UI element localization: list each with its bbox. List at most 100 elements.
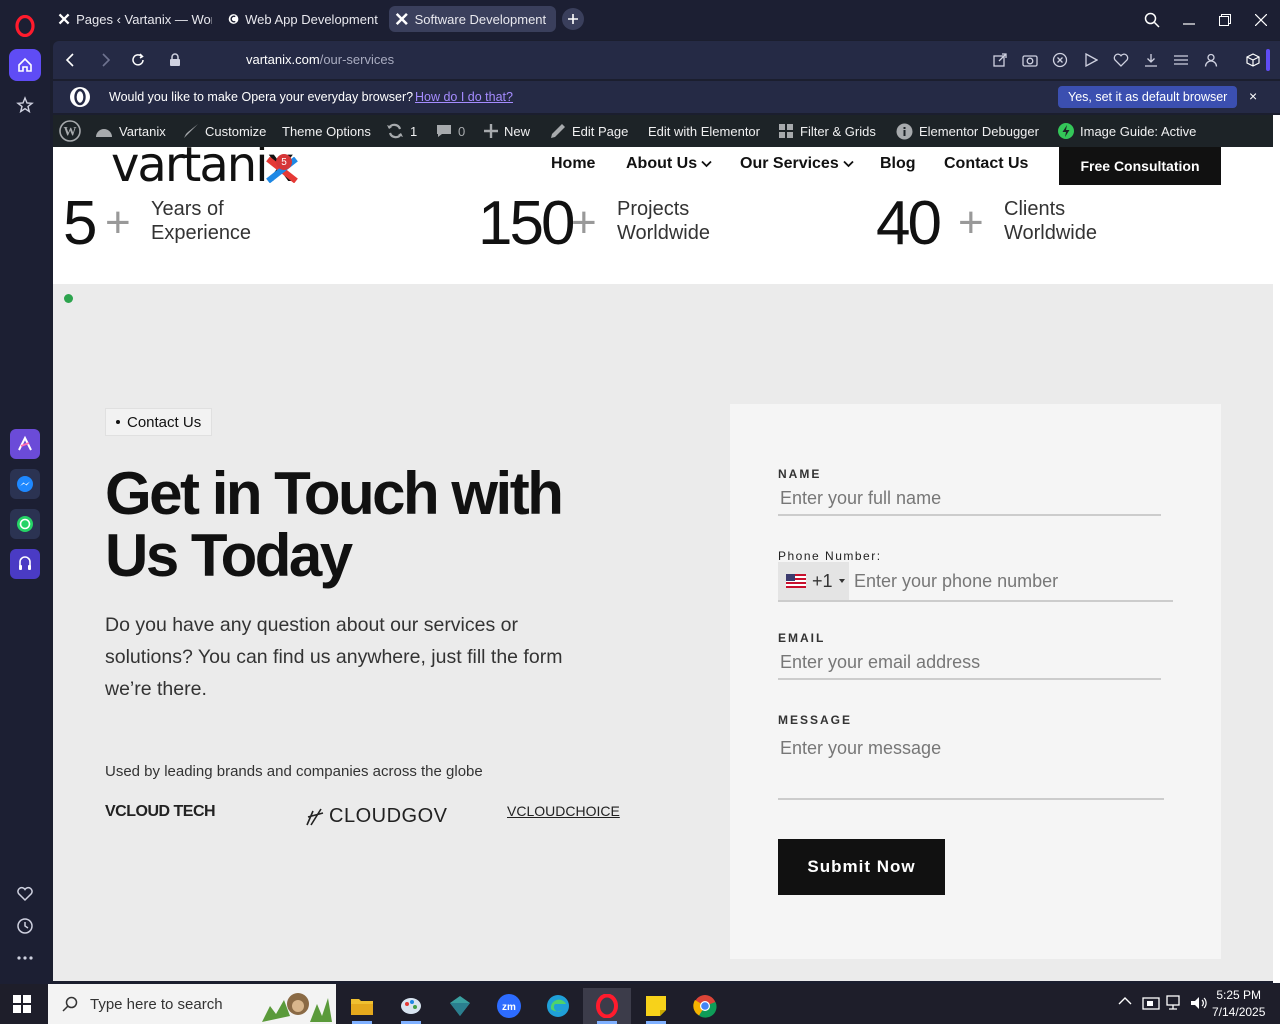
banner-how-link[interactable]: How do I do that? <box>415 90 513 104</box>
minimize-icon[interactable] <box>1177 8 1201 32</box>
brand-vcloudtech-logo: VCLOUD TECH <box>105 803 216 821</box>
profile-icon[interactable] <box>1201 50 1221 70</box>
paint-app-icon[interactable] <box>387 988 435 1024</box>
back-icon[interactable] <box>60 50 80 70</box>
lock-icon[interactable] <box>165 50 185 70</box>
wp-filter-grids-label: Filter & Grids <box>800 123 876 139</box>
messenger-icon[interactable] <box>10 469 40 499</box>
country-code-select[interactable]: +1 <box>778 562 849 600</box>
network-icon[interactable] <box>1166 995 1184 1011</box>
restore-icon[interactable] <box>1213 8 1237 32</box>
wp-edit-elementor-link[interactable]: Edit with Elementor <box>648 115 760 147</box>
bookmark-heart-icon[interactable] <box>1111 50 1131 70</box>
aria-app-icon[interactable] <box>10 429 40 459</box>
name-label: NAME <box>778 467 822 481</box>
opera-taskbar-icon[interactable] <box>583 988 631 1024</box>
wp-updates-link[interactable]: 1 <box>386 115 417 147</box>
wp-customize-label: Customize <box>205 123 267 139</box>
player-icon[interactable] <box>1081 50 1101 70</box>
crystal-app-icon[interactable] <box>436 988 484 1024</box>
tab-wordpress-pages[interactable]: Pages ‹ Vartanix — WordPress <box>52 6 218 32</box>
vartanix-x-icon <box>58 13 70 25</box>
adblock-icon[interactable] <box>1050 50 1070 70</box>
svg-text:W: W <box>64 124 77 139</box>
zoom-app-icon[interactable]: zm <box>485 988 533 1024</box>
wp-edit-page-link[interactable]: Edit Page <box>550 115 628 147</box>
camera-icon[interactable] <box>1020 50 1040 70</box>
new-tab-button[interactable] <box>562 8 584 30</box>
taskbar-clock[interactable]: 5:25 PM 7/14/2025 <box>1212 987 1265 1021</box>
chrome-browser-icon[interactable] <box>681 988 729 1024</box>
wp-comments-link[interactable]: 0 <box>436 115 465 147</box>
opera-banner-icon <box>69 86 91 108</box>
brand-vcloudchoice-logo: VCLOUDCHOICE <box>507 803 620 819</box>
show-hidden-icons-icon[interactable] <box>1118 996 1132 1006</box>
clock-time: 5:25 PM <box>1216 988 1262 1002</box>
windows-taskbar: Type here to search zm 5:25 PM 7/14/2025 <box>0 984 1280 1024</box>
wp-new-label: New <box>504 123 531 139</box>
music-player-icon[interactable] <box>10 549 40 579</box>
page-scrollbar-track[interactable] <box>1273 115 1280 983</box>
download-icon[interactable] <box>1141 50 1161 70</box>
close-window-icon[interactable] <box>1249 8 1273 32</box>
wordpress-logo-icon[interactable]: W <box>59 115 81 147</box>
tab-web-app-development[interactable]: Web App Development Company <box>222 6 384 32</box>
volume-icon[interactable] <box>1190 995 1208 1011</box>
wp-elementor-debugger-label: Elementor Debugger <box>919 123 1039 139</box>
history-icon[interactable] <box>9 910 41 942</box>
banner-close-button[interactable]: × <box>1249 88 1257 104</box>
wp-theme-options-link[interactable]: Theme Options <box>282 115 371 147</box>
updates-icon <box>387 123 403 139</box>
more-icon[interactable] <box>9 942 41 974</box>
forward-icon[interactable] <box>96 50 116 70</box>
easy-setup-icon[interactable] <box>1171 50 1191 70</box>
wp-new-link[interactable]: New <box>484 115 530 147</box>
pencil-icon <box>551 124 565 138</box>
wp-site-name: Vartanix <box>119 123 166 139</box>
wp-edit-page-label: Edit Page <box>572 123 629 139</box>
vartanix-x-icon <box>395 12 408 26</box>
heading-line-1: Get in Touch with <box>105 460 564 527</box>
brand-cloudgov-logo: CLOUDGOV <box>305 805 447 828</box>
edge-browser-icon[interactable] <box>534 988 582 1024</box>
tab-software-development[interactable]: Software Development & IT <box>389 6 556 32</box>
message-textarea[interactable] <box>778 734 1164 800</box>
contact-heading: Get in Touch with Us Today <box>105 463 625 587</box>
reload-icon[interactable] <box>128 50 148 70</box>
heart-icon[interactable] <box>9 878 41 910</box>
wp-elementor-debugger-link[interactable]: Elementor Debugger <box>896 115 1039 147</box>
meet-now-icon[interactable] <box>1142 995 1160 1011</box>
name-input[interactable] <box>778 482 1161 516</box>
email-input[interactable] <box>778 646 1161 680</box>
share-icon[interactable] <box>990 50 1010 70</box>
cloudgov-mark-icon <box>306 808 324 825</box>
home-icon[interactable] <box>9 49 41 81</box>
wp-customize-link[interactable]: Customize <box>183 115 266 147</box>
taskbar-search[interactable]: Type here to search <box>48 984 336 1024</box>
wp-theme-options-label: Theme Options <box>282 123 371 139</box>
wp-site-link[interactable]: Vartanix <box>95 115 166 147</box>
submit-button[interactable]: Submit Now <box>778 839 945 895</box>
wp-image-guide-link[interactable]: Image Guide: Active <box>1058 115 1196 147</box>
file-explorer-icon[interactable] <box>338 988 386 1024</box>
us-flag-icon <box>786 574 806 588</box>
bolt-icon <box>1058 123 1074 139</box>
wp-filter-grids-link[interactable]: Filter & Grids <box>779 115 876 147</box>
opera-logo-icon[interactable] <box>9 10 41 42</box>
stat-label-2: Experience <box>151 222 252 244</box>
sticky-notes-icon[interactable] <box>632 988 680 1024</box>
tab-search-icon[interactable] <box>1140 8 1164 32</box>
plus-icon <box>484 124 498 138</box>
set-default-button[interactable]: Yes, set it as default browser <box>1058 86 1238 108</box>
whatsapp-icon[interactable] <box>10 509 40 539</box>
brush-icon <box>184 124 198 138</box>
url-host: vartanix.com <box>246 52 320 67</box>
star-icon[interactable] <box>9 89 41 121</box>
extensions-cube-icon[interactable] <box>1243 50 1263 70</box>
windows-start-icon[interactable] <box>13 995 31 1013</box>
phone-input[interactable] <box>854 564 1164 598</box>
tab-title: Software Development & IT <box>414 11 550 27</box>
clock-date: 7/14/2025 <box>1212 1005 1266 1019</box>
url-field[interactable]: vartanix.com/our-services <box>246 52 394 67</box>
stat-number: 5 <box>63 189 98 258</box>
